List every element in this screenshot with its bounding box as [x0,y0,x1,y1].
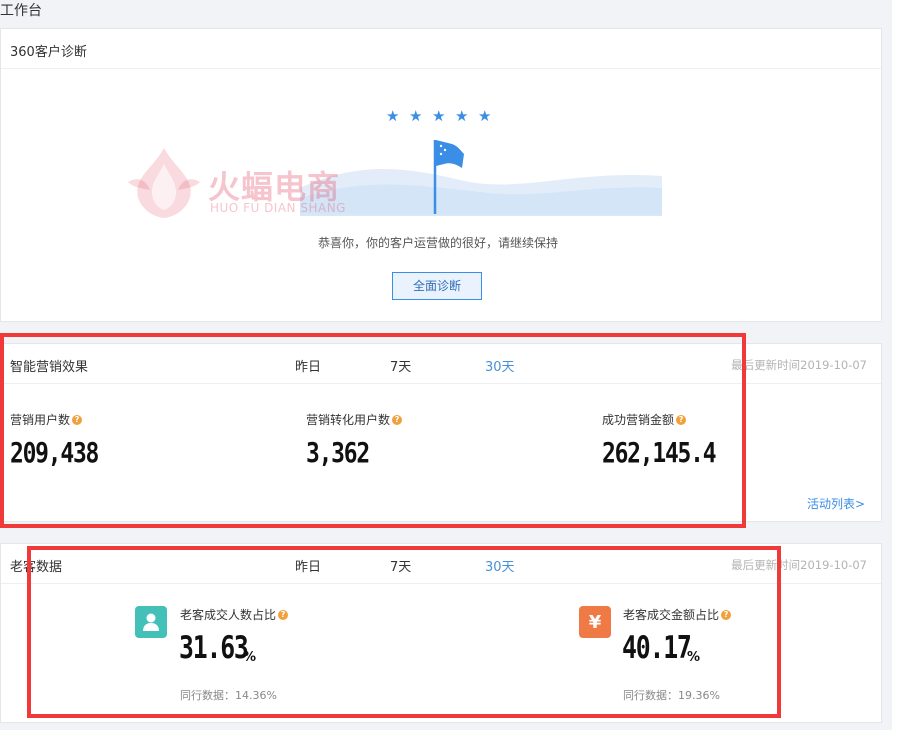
kpi-unit: % [687,650,701,665]
metric-label: 营销转化用户数 [306,413,391,427]
metric-value: 262,145.4 [602,436,717,469]
watermark-logo-icon [128,148,200,218]
watermark-subtext: HUO FU DIAN SHANG [210,201,346,215]
diagnose-card-title: 360客户诊断 [10,45,87,60]
diagnose-card-header: 360客户诊断 [1,29,881,69]
metric-value: 209,438 [10,436,99,469]
old-customers-card-header: 老客数据 昨日 7天 30天 最后更新时间2019-10-07 [1,544,881,584]
help-icon[interactable]: ? [278,609,289,620]
help-icon[interactable]: ? [72,414,83,425]
metric-value: 3,362 [306,436,370,469]
kpi-value: 31.63 [179,630,249,666]
marketing-card-title: 智能营销效果 [10,360,89,375]
star-icon: ★ [455,107,469,125]
full-diagnose-button[interactable]: 全面诊断 [392,272,482,300]
page-title: 工作台 [0,3,42,19]
kpi-label: 老客成交金额占比 [623,608,720,622]
marketing-card: 智能营销效果 昨日 7天 30天 最后更新时间2019-10-07 营销用户数?… [0,343,882,522]
help-icon[interactable]: ? [392,414,403,425]
activity-list-link[interactable]: 活动列表> [807,495,865,512]
marketing-card-header: 智能营销效果 昨日 7天 30天 最后更新时间2019-10-07 [1,344,881,384]
page-right-edge [892,0,898,730]
kpi-benchmark: 同行数据：14.36% [180,689,277,702]
star-icon: ★ [386,107,400,125]
help-icon[interactable]: ? [721,609,732,620]
metric-label: 成功营销金额 [602,413,675,427]
rating-stars: ★ ★ ★ ★ ★ [386,107,492,125]
metric-converted-users: 营销转化用户数? 3,362 [306,411,403,469]
kpi-value: 40.17 [622,630,692,666]
tab-yesterday[interactable]: 昨日 [295,356,321,375]
last-updated: 最后更新时间2019-10-07 [731,358,867,372]
user-icon [135,606,167,638]
star-icon: ★ [432,107,446,125]
tab-30-days[interactable]: 30天 [485,356,515,375]
kpi-benchmark: 同行数据：19.36% [623,689,720,702]
star-icon: ★ [478,107,492,125]
yuan-icon: ¥ [579,606,611,638]
kpi-unit: % [243,650,257,665]
star-icon: ★ [409,107,423,125]
kpi-label: 老客成交人数占比 [180,608,277,622]
metric-label: 营销用户数 [10,413,71,427]
tab-30-days[interactable]: 30天 [485,556,515,575]
last-updated: 最后更新时间2019-10-07 [731,558,867,572]
wave-flag-illustration [300,140,662,216]
old-customers-card-title: 老客数据 [10,560,63,575]
tab-7-days[interactable]: 7天 [390,556,411,575]
tab-yesterday[interactable]: 昨日 [295,556,321,575]
help-icon[interactable]: ? [676,414,687,425]
old-customers-card: 老客数据 昨日 7天 30天 最后更新时间2019-10-07 [0,543,882,723]
metric-marketing-amount: 成功营销金额? 262,145.4 [602,411,740,469]
metric-marketing-users: 营销用户数? 209,438 [10,411,118,469]
tab-7-days[interactable]: 7天 [390,356,411,375]
diagnose-message: 恭喜你，你的客户运营做的很好，请继续保持 [317,236,558,250]
